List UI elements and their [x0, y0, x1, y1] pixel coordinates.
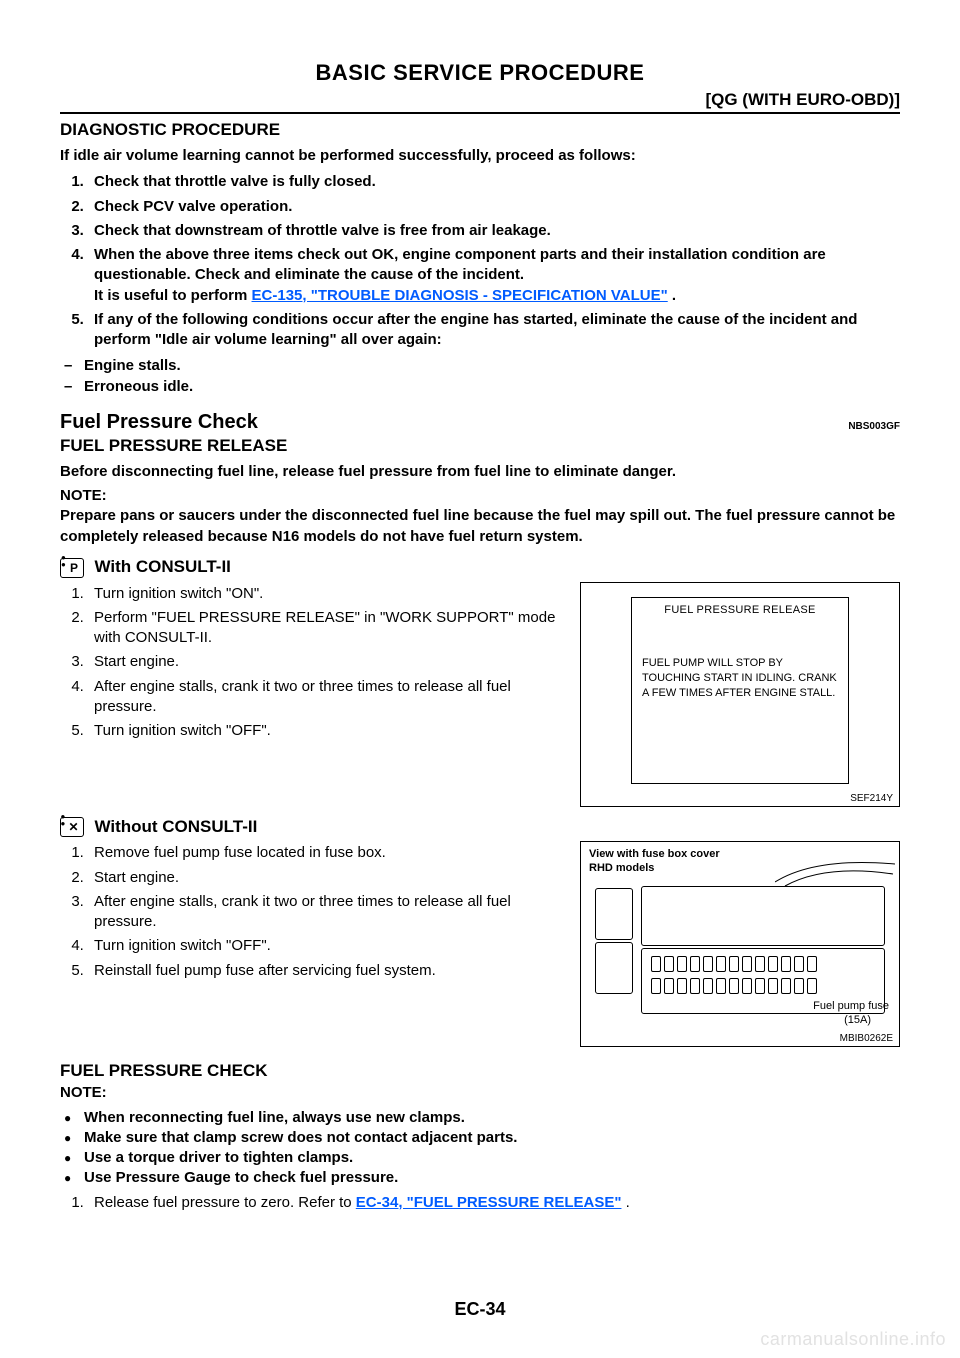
page: BASIC SERVICE PROCEDURE [QG (WITH EURO-O…	[0, 0, 960, 1358]
step: After engine stalls, crank it two or thr…	[88, 677, 566, 718]
page-number: EC-34	[0, 1299, 960, 1320]
without-consult-heading: Without CONSULT-II	[94, 817, 257, 836]
figure1-col: FUEL PRESSURE RELEASE FUEL PUMP WILL STO…	[580, 582, 900, 807]
fig2-line2: RHD models	[589, 862, 654, 874]
no-consult-icon: ●●✕	[60, 817, 84, 837]
panel-body: FUEL PUMP WILL STOP BY TOUCHING START IN…	[642, 656, 838, 702]
header-section-tag: [QG (WITH EURO-OBD)]	[60, 90, 900, 110]
fuel-pressure-warning: Before disconnecting fuel line, release …	[60, 462, 900, 482]
condition-item: Erroneous idle.	[88, 377, 900, 397]
section-ref-code: NBS003GF	[848, 421, 900, 432]
step-lead: Release fuel pressure to zero. Refer to	[94, 1194, 356, 1211]
diagnostic-conditions-list: Engine stalls. Erroneous idle.	[60, 356, 900, 397]
step: Remove fuel pump fuse located in fuse bo…	[88, 843, 566, 863]
fuel-check-step: Release fuel pressure to zero. Refer to …	[88, 1193, 900, 1213]
fuel-pump-fuse-label: Fuel pump fuse	[813, 1000, 889, 1012]
step-text: When the above three items check out OK,…	[94, 246, 826, 283]
fuel-pressure-note: Prepare pans or saucers under the discon…	[60, 506, 900, 547]
icon-letter: ✕	[68, 820, 78, 834]
fuel-check-steps: Release fuel pressure to zero. Refer to …	[60, 1193, 900, 1213]
with-consult-steps-col: Turn ignition switch "ON". Perform "FUEL…	[60, 582, 566, 748]
diagnostic-step: When the above three items check out OK,…	[88, 245, 900, 306]
note-item: Use Pressure Gauge to check fuel pressur…	[88, 1168, 900, 1188]
with-consult-block: ●●P With CONSULT-II	[60, 557, 900, 578]
step: Start engine.	[88, 868, 566, 888]
note-item: Make sure that clamp screw does not cont…	[88, 1128, 900, 1148]
page-title: BASIC SERVICE PROCEDURE	[60, 60, 900, 86]
step: Reinstall fuel pump fuse after servicing…	[88, 961, 566, 981]
diagnostic-steps-list: Check that throttle valve is fully close…	[60, 172, 900, 350]
without-consult-row: Remove fuel pump fuse located in fuse bo…	[60, 841, 900, 1047]
diagnostic-step: If any of the following conditions occur…	[88, 310, 900, 351]
fuel-pressure-check-subheading: FUEL PRESSURE CHECK	[60, 1061, 900, 1081]
step: Turn ignition switch "OFF".	[88, 721, 566, 741]
spec-value-link[interactable]: EC-135, "TROUBLE DIAGNOSIS - SPECIFICATI…	[252, 287, 668, 304]
figure2-col: View with fuse box cover RHD models	[580, 841, 900, 1047]
note-item: Use a torque driver to tighten clamps.	[88, 1148, 900, 1168]
diagnostic-procedure-heading: DIAGNOSTIC PROCEDURE	[60, 120, 900, 140]
without-consult-block: ●●✕ Without CONSULT-II	[60, 817, 900, 838]
watermark: carmanualsonline.info	[760, 1329, 946, 1350]
fuel-pressure-release-figure: FUEL PRESSURE RELEASE FUEL PUMP WILL STO…	[580, 582, 900, 807]
fig2-line1: View with fuse box cover	[589, 848, 720, 860]
note-label: NOTE:	[60, 1083, 900, 1103]
figure-ref: MBIB0262E	[840, 1033, 893, 1044]
step: Turn ignition switch "OFF".	[88, 936, 566, 956]
diagnostic-step: Check PCV valve operation.	[88, 197, 900, 217]
with-consult-row: Turn ignition switch "ON". Perform "FUEL…	[60, 582, 900, 807]
step: After engine stalls, crank it two or thr…	[88, 892, 566, 933]
without-consult-steps: Remove fuel pump fuse located in fuse bo…	[60, 843, 566, 981]
with-consult-steps: Turn ignition switch "ON". Perform "FUEL…	[60, 584, 566, 742]
consult-screen-panel: FUEL PRESSURE RELEASE FUEL PUMP WILL STO…	[631, 597, 849, 784]
step: Turn ignition switch "ON".	[88, 584, 566, 604]
figure-ref: SEF214Y	[850, 793, 893, 804]
consult-icon: ●●P	[60, 558, 84, 578]
step4-lead: It is useful to perform	[94, 287, 252, 304]
diagnostic-step: Check that downstream of throttle valve …	[88, 221, 900, 241]
fuel-check-notes: When reconnecting fuel line, always use …	[60, 1108, 900, 1189]
icon-letter: P	[70, 561, 78, 575]
with-consult-heading: With CONSULT-II	[94, 557, 230, 576]
step-after: .	[621, 1194, 629, 1211]
fuel-pump-fuse-amp: (15A)	[844, 1014, 871, 1026]
fuel-pressure-check-heading: Fuel Pressure Check NBS003GF	[60, 411, 900, 434]
decorative-wires	[775, 852, 895, 892]
step: Perform "FUEL PRESSURE RELEASE" in "WORK…	[88, 608, 566, 649]
panel-title: FUEL PRESSURE RELEASE	[642, 604, 838, 616]
step4-after: .	[668, 287, 676, 304]
step: Start engine.	[88, 652, 566, 672]
diagnostic-step: Check that throttle valve is fully close…	[88, 172, 900, 192]
fuse-box-figure: View with fuse box cover RHD models	[580, 841, 900, 1047]
without-consult-steps-col: Remove fuel pump fuse located in fuse bo…	[60, 841, 566, 987]
note-label: NOTE:	[60, 486, 900, 506]
diagnostic-intro: If idle air volume learning cannot be pe…	[60, 146, 900, 166]
header-rule	[60, 112, 900, 114]
fuel-pressure-release-heading: FUEL PRESSURE RELEASE	[60, 436, 900, 456]
fuel-pressure-release-link[interactable]: EC-34, "FUEL PRESSURE RELEASE"	[356, 1194, 622, 1211]
title-text: Fuel Pressure Check	[60, 411, 258, 433]
condition-item: Engine stalls.	[88, 356, 900, 376]
note-item: When reconnecting fuel line, always use …	[88, 1108, 900, 1128]
